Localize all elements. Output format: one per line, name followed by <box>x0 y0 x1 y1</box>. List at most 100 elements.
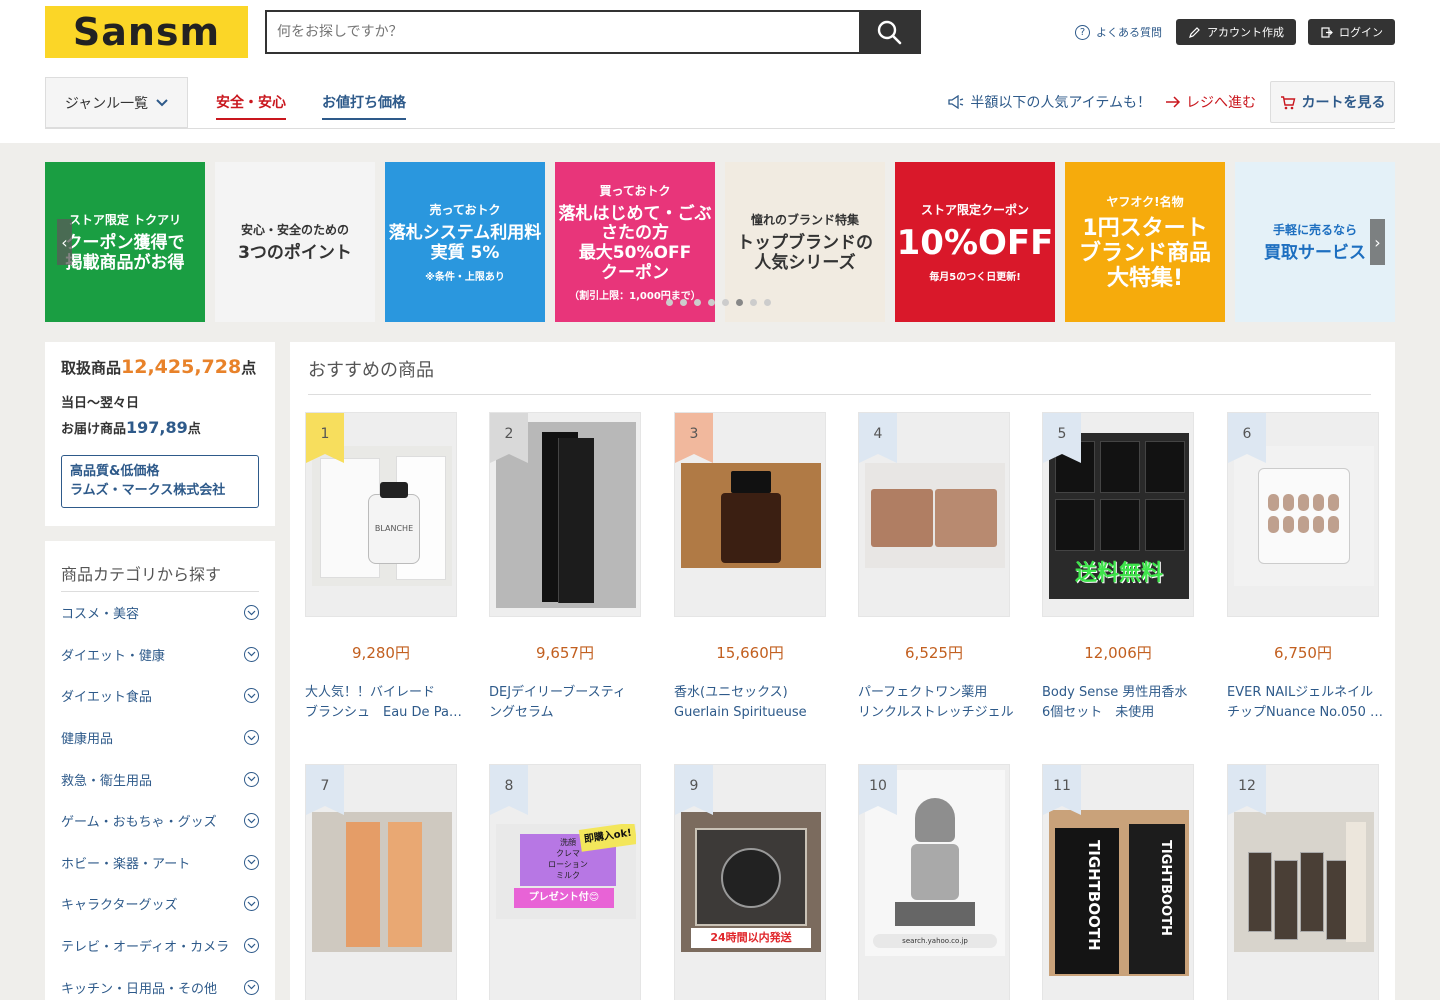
banner-sell-fee-campaign[interactable]: 売っておトク 落札システム利用料 実質 5% ※条件・上限あり <box>385 162 545 322</box>
category-item[interactable]: キッチン・日用品・その他 <box>61 966 259 1000</box>
category-item[interactable]: ゲーム・おもちゃ・グッズ <box>61 800 259 842</box>
product-name-link[interactable]: 大人気！！バイレード ブランシュ Eau De Parfum <box>305 683 465 723</box>
product-image-frame[interactable]: 7 <box>305 764 457 1000</box>
category-item[interactable]: ダイエット食品 <box>61 675 259 717</box>
promo-label: 半額以下の人気アイテムも！ <box>970 95 1151 111</box>
recommended-title: おすすめの商品 <box>308 360 434 381</box>
category-item[interactable]: キャラクターグッズ <box>61 883 259 925</box>
carousel-dots <box>666 299 771 306</box>
product-photo[interactable]: 洗顔 クレマ ローション ミルク 即購入ok! プレゼント付😊 <box>496 824 636 919</box>
product-image-frame[interactable]: 2 <box>489 412 641 617</box>
category-item[interactable]: 救急・衛生用品 <box>61 758 259 800</box>
carousel-prev-arrow[interactable]: ‹ <box>57 219 72 265</box>
perfume-bottle-shape <box>721 493 781 563</box>
rank-badge: 8 <box>490 765 528 815</box>
banner-safety-points[interactable]: 安心・安全のための 3つのポイント <box>215 162 375 322</box>
chevron-down-icon[interactable] <box>244 979 259 995</box>
view-cart-button[interactable]: カートを見る <box>1270 81 1395 123</box>
product-photo[interactable]: TIGHTBOOTH TIGHTBOOTH <box>1049 810 1189 976</box>
product-photo[interactable] <box>1234 812 1374 952</box>
product-photo[interactable] <box>681 463 821 568</box>
product-photo[interactable]: BLANCHE <box>312 446 452 586</box>
skull-figure-shape <box>911 844 959 900</box>
category-label: ホビー・楽器・アート <box>61 856 191 872</box>
product-image-frame[interactable]: 12 <box>1227 764 1379 1000</box>
faq-link[interactable]: ? よくある質問 <box>1075 24 1162 40</box>
chevron-down-icon[interactable] <box>244 813 259 829</box>
product-name-link[interactable]: DEJデイリーブースティ ングセラム <box>489 683 649 723</box>
banner-top-brand-feature[interactable]: 憧れのブランド特集 トップブランドの 人気シリーズ <box>725 162 885 322</box>
fast-delivery-unit: 点 <box>187 421 201 437</box>
product-photo[interactable] <box>1234 446 1374 586</box>
chevron-down-icon[interactable] <box>244 605 259 621</box>
total-items-value: 12,425,728 <box>121 356 242 378</box>
product-image-frame[interactable]: 9 24時間以内発送 <box>674 764 826 1000</box>
tab-safe[interactable]: 安全・安心 <box>216 92 286 120</box>
chevron-down-icon[interactable] <box>244 938 259 954</box>
banner-store-coupon-10-off[interactable]: ストア限定クーポン 10%OFF 毎月5のつく日更新! <box>895 162 1055 322</box>
chevron-down-icon[interactable] <box>244 646 259 662</box>
product-image-frame[interactable]: 6 <box>1227 412 1379 617</box>
checkout-link[interactable]: レジへ進む <box>1165 92 1256 112</box>
category-item[interactable]: テレビ・オーディオ・カメラ <box>61 925 259 967</box>
chevron-down-icon[interactable] <box>244 730 259 746</box>
product-name-link[interactable]: パーフェクトワン薬用 リンクルストレッチジェル <box>858 683 1018 723</box>
category-label: ダイエット食品 <box>61 690 152 706</box>
banner-main-text: 落札システム利用料 実質 5% <box>388 223 542 263</box>
product-photo[interactable] <box>312 812 452 952</box>
cart-icon <box>1280 95 1295 109</box>
chevron-down-icon[interactable] <box>244 771 259 787</box>
banner-buy-coupon-campaign[interactable]: 買っておトク 落札はじめて・ごぶさたの方 最大50%OFF クーポン （割引上限：1… <box>555 162 715 322</box>
rank-badge: 3 <box>675 413 713 463</box>
product-image-frame[interactable]: 4 <box>858 412 1010 617</box>
carousel-dot[interactable] <box>764 299 771 306</box>
chevron-down-icon[interactable] <box>244 688 259 704</box>
genre-menu-button[interactable]: ジャンル一覧 <box>45 77 188 128</box>
product-image-frame[interactable]: 11 TIGHTBOOTH TIGHTBOOTH <box>1042 764 1194 1000</box>
carousel-dot[interactable] <box>750 299 757 306</box>
carousel-dot[interactable] <box>680 299 687 306</box>
chevron-down-icon[interactable] <box>244 854 259 870</box>
product-image-frame[interactable]: 3 <box>674 412 826 617</box>
product-photo[interactable] <box>865 463 1005 568</box>
fast-delivery-period: 当日～翌々日 <box>61 396 140 411</box>
search-bar <box>265 10 921 54</box>
category-item[interactable]: コスメ・美容 <box>61 592 259 634</box>
carousel-dot[interactable] <box>722 299 729 306</box>
product-photo[interactable]: 24時間以内発送 <box>681 812 821 952</box>
login-button[interactable]: ログイン <box>1308 19 1395 45</box>
seller-link-button[interactable]: 高品質&低価格 ラムズ・マークス株式会社 <box>61 454 259 508</box>
product-name-link[interactable]: EVER NAILジェルネイル チップNuance No.050 Nude <box>1227 683 1387 723</box>
create-account-button[interactable]: アカウント作成 <box>1176 19 1296 45</box>
product-name-line: ブランシュ Eau De Parfum <box>305 705 465 720</box>
seller-link-line2: ラムズ・マークス株式会社 <box>70 483 226 499</box>
product-name-link[interactable]: 香水(ユニセックス) Guerlain Spiritueuse <box>674 683 834 723</box>
banner-one-yen-start-feature[interactable]: ヤフオク!名物 1円スタート ブランド商品 大特集! <box>1065 162 1225 322</box>
search-input[interactable] <box>267 12 859 52</box>
carousel-next-arrow[interactable]: › <box>1370 219 1385 265</box>
nail-tip-shape <box>1328 516 1339 533</box>
product-name-link[interactable]: Body Sense 男性用香水 6個セット 未使用 <box>1042 683 1202 723</box>
carousel-dot[interactable] <box>666 299 673 306</box>
chevron-down-icon[interactable] <box>244 896 259 912</box>
product-image-frame[interactable]: 8 洗顔 クレマ ローション ミルク 即購入ok! プレゼント付😊 <box>489 764 641 1000</box>
tab-deal-price[interactable]: お値打ち価格 <box>322 92 406 120</box>
site-logo[interactable]: Sansm <box>45 6 248 58</box>
product-name-line: チップNuance No.050 Nude <box>1227 705 1387 720</box>
inventory-stats-panel: 取扱商品12,425,728点 当日～翌々日 お届け商品197,89点 高品質&… <box>45 342 275 526</box>
category-item[interactable]: 健康用品 <box>61 717 259 759</box>
product-box-shape <box>1248 852 1272 932</box>
product-image-frame[interactable]: 10 search.yahoo.co.jp <box>858 764 1010 1000</box>
product-image-frame[interactable]: 5 送料無料 <box>1042 412 1194 617</box>
buy-now-overlay: 即購入ok! <box>578 824 636 852</box>
category-item[interactable]: ダイエット・健康 <box>61 634 259 676</box>
half-price-promo-link[interactable]: 半額以下の人気アイテムも！ <box>947 92 1151 112</box>
category-item[interactable]: ホビー・楽器・アート <box>61 842 259 884</box>
carousel-dot-active[interactable] <box>736 299 743 306</box>
search-button[interactable] <box>859 12 919 52</box>
product-image-frame[interactable]: 1 BLANCHE <box>305 412 457 617</box>
product-name-line: 香水(ユニセックス) <box>674 685 788 700</box>
carousel-dot[interactable] <box>694 299 701 306</box>
product-photo[interactable]: 送料無料 <box>1049 433 1189 599</box>
carousel-dot[interactable] <box>708 299 715 306</box>
